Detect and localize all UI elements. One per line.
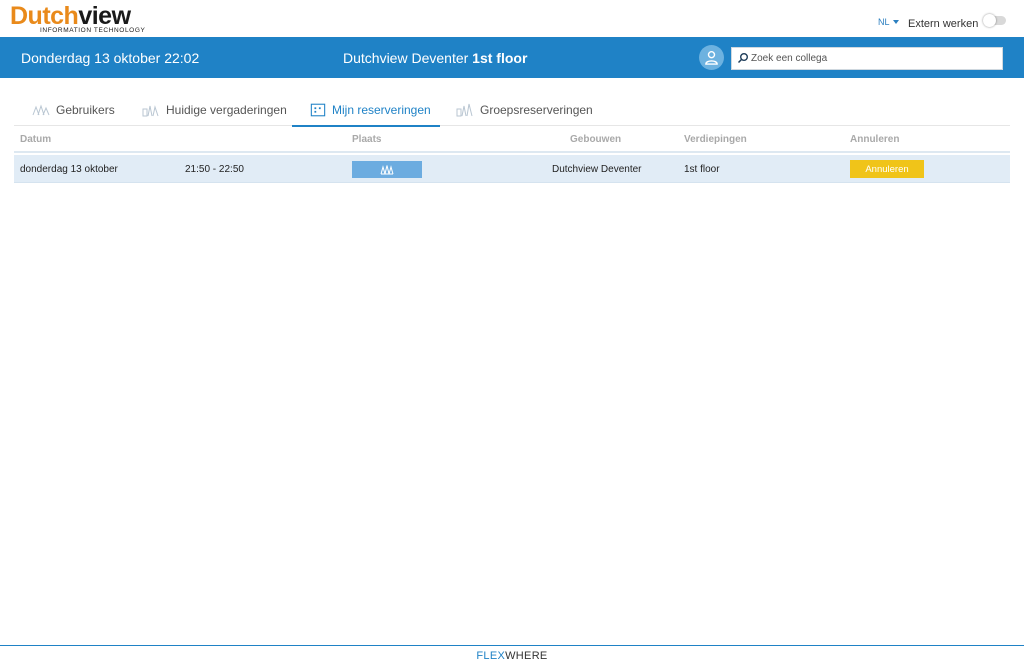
meeting-room-icon bbox=[380, 165, 394, 175]
logo-part-view: view bbox=[78, 2, 131, 30]
row-floor: 1st floor bbox=[684, 164, 720, 175]
language-selector[interactable]: NL bbox=[878, 17, 899, 27]
location-name: Dutchview Deventer bbox=[343, 50, 469, 66]
footer-brand-flex: FLEX bbox=[476, 649, 506, 662]
tab-mijn-reserveringen[interactable]: Mijn reserveringen bbox=[292, 94, 440, 127]
tab-gebruikers[interactable]: Gebruikers bbox=[32, 94, 115, 126]
extern-werken-label: Extern werken bbox=[908, 18, 979, 30]
column-verdiepingen[interactable]: Verdiepingen bbox=[684, 134, 747, 145]
extern-werken-toggle[interactable] bbox=[983, 14, 1006, 27]
column-plaats[interactable]: Plaats bbox=[352, 134, 381, 145]
tab-huidige-vergaderingen[interactable]: Huidige vergaderingen bbox=[142, 94, 287, 126]
cancel-reservation-button[interactable]: Annuleren bbox=[850, 160, 924, 178]
top-bar: Dutchview INFORMATION TECHNOLOGY NL Exte… bbox=[0, 0, 1024, 37]
footer-brand-where: WHERE bbox=[505, 649, 548, 662]
logo-part-dutch: Dutch bbox=[10, 2, 79, 30]
tab-bar: Gebruikers Huidige vergaderingen Mijn re… bbox=[14, 94, 1010, 127]
logo-wordmark: Dutchview bbox=[10, 2, 131, 30]
user-avatar-icon[interactable] bbox=[699, 45, 724, 70]
search-icon bbox=[737, 53, 748, 64]
tab-label: Groepsreserveringen bbox=[480, 103, 593, 117]
tab-label: Huidige vergaderingen bbox=[166, 103, 287, 117]
group-icon bbox=[456, 103, 473, 117]
footer: FLEXWHERE bbox=[0, 645, 1024, 665]
logo-tagline: INFORMATION TECHNOLOGY bbox=[40, 27, 146, 34]
column-annuleren[interactable]: Annuleren bbox=[850, 134, 899, 145]
search-input[interactable] bbox=[751, 51, 996, 66]
users-icon bbox=[32, 104, 50, 116]
toggle-knob bbox=[983, 14, 996, 27]
tab-label: Mijn reserveringen bbox=[332, 103, 431, 117]
language-label: NL bbox=[878, 17, 890, 27]
colleague-search[interactable] bbox=[731, 47, 1003, 70]
calendar-icon bbox=[310, 103, 326, 117]
place-chip[interactable] bbox=[352, 161, 422, 178]
caret-down-icon bbox=[892, 20, 899, 24]
row-building: Dutchview Deventer bbox=[552, 164, 642, 175]
current-location: Dutchview Deventer 1st floor bbox=[343, 50, 527, 66]
column-datum[interactable]: Datum bbox=[20, 134, 51, 145]
meetings-icon bbox=[142, 105, 159, 117]
location-floor: 1st floor bbox=[472, 50, 528, 66]
row-date: donderdag 13 oktober bbox=[20, 164, 118, 175]
row-time: 21:50 - 22:50 bbox=[185, 164, 244, 175]
current-datetime: Donderdag 13 oktober 22:02 bbox=[21, 50, 200, 66]
table-row[interactable]: donderdag 13 oktober 21:50 - 22:50 Dutch… bbox=[14, 155, 1010, 183]
header-bar: Donderdag 13 oktober 22:02 Dutchview Dev… bbox=[0, 37, 1024, 78]
tab-groepsreserveringen[interactable]: Groepsreserveringen bbox=[456, 94, 593, 126]
flexwhere-logo[interactable]: FLEXWHERE bbox=[476, 650, 547, 662]
tab-label: Gebruikers bbox=[56, 103, 115, 117]
reservations-table-header: Datum Plaats Gebouwen Verdiepingen Annul… bbox=[14, 127, 1010, 153]
dutchview-logo[interactable]: Dutchview INFORMATION TECHNOLOGY bbox=[10, 2, 150, 35]
column-gebouwen[interactable]: Gebouwen bbox=[570, 134, 621, 145]
